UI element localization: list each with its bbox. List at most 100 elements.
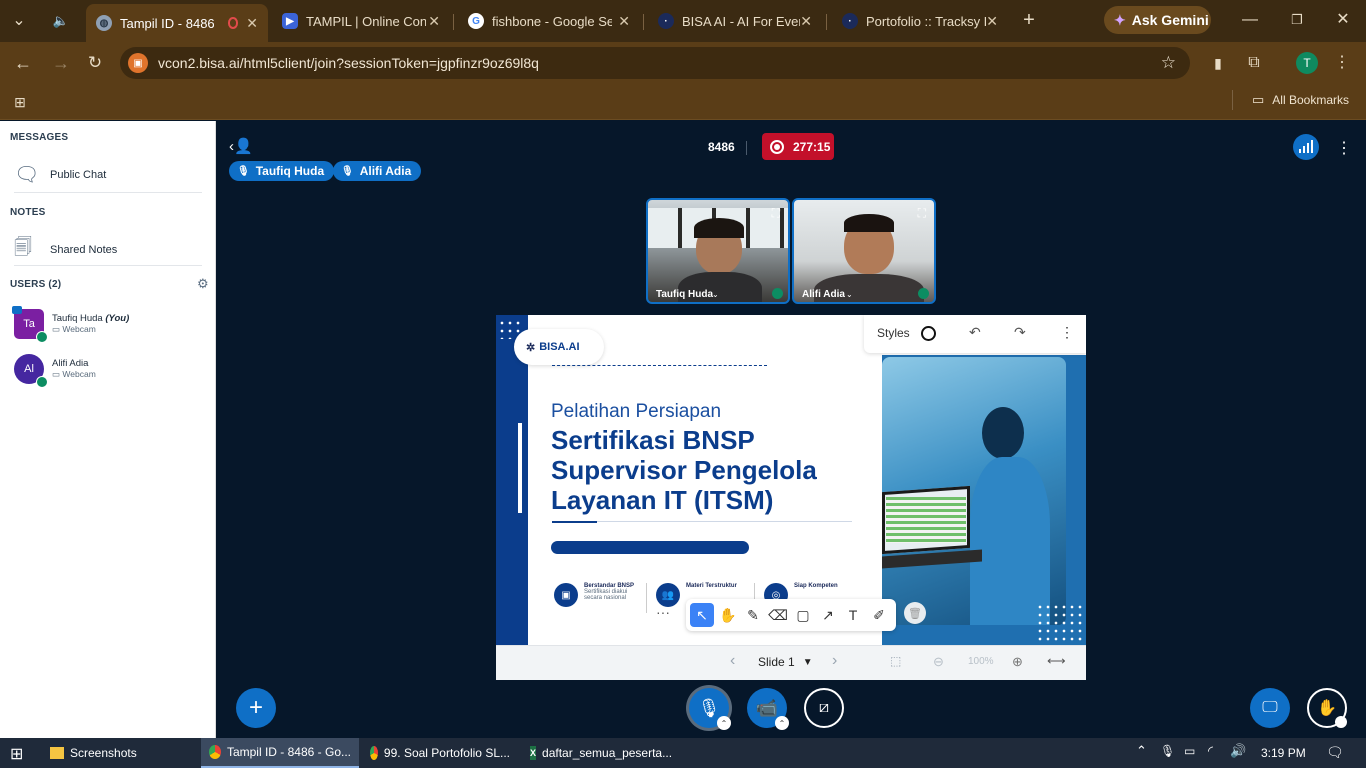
screen-share-off-icon: ⧄ [818, 699, 830, 716]
pencil-icon[interactable]: ✎ [741, 603, 765, 627]
shared-notes-item[interactable]: 🗐 Shared Notes [14, 235, 117, 265]
back-icon[interactable]: ← [12, 53, 34, 73]
tracksy-icon: · [842, 13, 858, 29]
pan-hand-icon[interactable]: ✋ [716, 603, 740, 627]
gemini-icon: ✦ [1114, 11, 1126, 28]
new-tab-icon[interactable]: + [1018, 10, 1040, 30]
apps-grid-icon[interactable]: ⊞ [10, 92, 30, 112]
extension-icon[interactable]: ▮ [1208, 53, 1228, 73]
slide-select[interactable]: Slide 1 ▼ [758, 655, 813, 669]
toggle-userlist-icon[interactable]: ‹👤 [229, 137, 253, 155]
chevron-down-icon: ⌄ [712, 290, 719, 299]
bookmark-star-icon[interactable]: ☆ [1161, 53, 1176, 73]
folder-icon: ▭ [1252, 92, 1265, 107]
taskbar-item-chrome-active[interactable]: Tampil ID - 8486 - Go... [201, 738, 359, 768]
messages-heading: MESSAGES [10, 132, 69, 143]
close-tab-icon[interactable]: ✕ [428, 13, 440, 30]
actions-plus-button[interactable]: + [236, 688, 276, 728]
next-slide-icon[interactable]: › [832, 652, 837, 670]
fit-width-icon[interactable]: ⟷ [1047, 653, 1066, 669]
chrome-menu-icon[interactable]: ⋮ [1334, 53, 1350, 73]
tab-bisa-ai[interactable]: · BISA AI - AI For Every ✕ [648, 6, 822, 36]
restore-icon[interactable]: ❐ [1287, 10, 1307, 30]
stroke-color-icon[interactable] [921, 326, 936, 341]
windows-start-icon[interactable]: ⊞ [10, 744, 23, 764]
fit-to-screen-icon[interactable]: ⬚ [890, 654, 901, 668]
delete-icon[interactable]: 🗑 [904, 602, 926, 624]
profile-avatar[interactable]: T [1296, 52, 1318, 74]
chevron-up-icon[interactable]: ⌃ [1136, 743, 1147, 759]
forward-icon[interactable]: → [50, 53, 72, 73]
extensions-puzzle-icon[interactable]: ⧉ [1244, 53, 1264, 73]
eraser-icon[interactable]: ⌫ [766, 603, 790, 627]
tab-audio-icon[interactable]: 🔈 [50, 11, 72, 31]
close-tab-icon[interactable]: ✕ [986, 13, 998, 30]
webcam-button[interactable]: 📹 ⌃ [747, 688, 789, 730]
fullscreen-icon[interactable]: ⛶ [772, 206, 780, 221]
tab-portofolio[interactable]: · Portofolio :: Tracksy D ✕ [832, 6, 1008, 36]
video-tile[interactable]: ⛶ Alifi Adia ⌄ [792, 198, 936, 304]
select-tool-icon[interactable]: ↖ [690, 603, 714, 627]
more-options-icon[interactable]: ⋮ [1060, 324, 1074, 341]
presentation-toggle-button[interactable]: 🖵 [1250, 688, 1290, 728]
user-settings-gear-icon[interactable]: ⚙ [197, 276, 209, 292]
tab-google-search[interactable]: G fishbone - Google Se ✕ [458, 6, 640, 36]
mic-icon: 🎙 [697, 697, 721, 718]
notes-icon: 🗐 [14, 237, 32, 257]
close-window-icon[interactable]: ✕ [1333, 10, 1353, 30]
address-bar[interactable]: ▣ vcon2.bisa.ai/html5client/join?session… [120, 47, 1190, 79]
zoom-in-icon[interactable]: ⊕ [1012, 654, 1023, 670]
wifi-icon[interactable]: ◜ [1208, 743, 1213, 759]
slide-feature: ▣ Berstandar BNSP Sertifikasi diakui seca… [554, 583, 642, 607]
close-tab-icon[interactable]: ✕ [800, 13, 812, 30]
taskbar-item-excel[interactable]: Xdaftar_semua_peserta... [522, 738, 678, 768]
battery-icon[interactable]: ▭ [1184, 744, 1195, 758]
presentation-slide[interactable]: ✲ BISA.AI Pelatihan Persiapan Sertifikasi… [496, 315, 1086, 645]
bisa-ai-icon: · [658, 13, 674, 29]
site-info-icon[interactable]: ▣ [128, 53, 148, 73]
taskbar-item-screenshots[interactable]: Screenshots [42, 738, 196, 768]
notes-heading: NOTES [10, 207, 46, 218]
mic-tray-icon[interactable]: 🎙 [1160, 744, 1175, 758]
previous-slide-icon[interactable]: ‹ [730, 652, 735, 670]
public-chat-item[interactable]: 🗨 Public Chat [14, 162, 106, 187]
options-menu-icon[interactable]: ⋮ [1336, 138, 1352, 158]
reload-icon[interactable]: ↻ [84, 53, 106, 73]
recording-timer[interactable]: 277:15 [762, 133, 834, 160]
redo-icon[interactable]: ↷ [1014, 324, 1026, 341]
slide-photo [882, 357, 1066, 625]
tab-tampil-active[interactable]: ◍ Tampil ID - 8486 ✕ [86, 4, 268, 42]
minimize-icon[interactable]: — [1240, 10, 1260, 30]
screenshare-button[interactable]: ⧄ [804, 688, 844, 728]
close-tab-icon[interactable]: ✕ [618, 13, 630, 30]
notifications-icon[interactable]: 🗨 [1326, 744, 1344, 761]
fullscreen-icon[interactable]: ⛶ [918, 206, 926, 221]
tab-tampil-online[interactable]: ▶ TAMPIL | Online Conf ✕ [272, 6, 450, 36]
styles-button[interactable]: Styles [877, 326, 910, 340]
taskbar-item-chrome[interactable]: 99. Soal Portofolio SL... [362, 738, 518, 768]
user-list-item[interactable]: Al Alifi Adia ▭ Webcam [14, 354, 96, 388]
zoom-level[interactable]: 100% [968, 656, 994, 667]
close-tab-icon[interactable]: ✕ [246, 15, 258, 32]
clock[interactable]: 3:19 PM [1261, 746, 1306, 760]
tab-search-icon[interactable]: ⌄ [8, 11, 30, 31]
note-tool-icon[interactable]: ✐ [867, 603, 891, 627]
user-list-item[interactable]: Ta Taufiq Huda (You) ▭ Webcam [12, 306, 129, 343]
zoom-out-icon[interactable]: ⊖ [933, 654, 944, 670]
raise-hand-button[interactable]: ✋ [1307, 688, 1347, 728]
connection-status-icon[interactable] [1293, 134, 1319, 160]
video-tile[interactable]: ⛶ Taufiq Huda ⌄ [646, 198, 790, 304]
rectangle-icon[interactable]: ▢ [791, 603, 815, 627]
more-tools-icon[interactable]: ··· [656, 604, 670, 620]
all-bookmarks-button[interactable]: ▭ All Bookmarks [1252, 92, 1349, 108]
mute-mic-button[interactable]: 🎙 ⌃ [689, 688, 731, 730]
chat-bubble-icon: 🗨 [14, 164, 40, 186]
ask-gemini-button[interactable]: ✦ Ask Gemini [1104, 6, 1211, 34]
google-icon: G [468, 13, 484, 29]
volume-icon[interactable]: 🔊 [1230, 743, 1246, 759]
arrow-icon[interactable]: ↗ [816, 603, 840, 627]
webcam-icon: ▭ [52, 324, 63, 334]
mic-status-icon [918, 288, 929, 299]
undo-icon[interactable]: ↶ [969, 324, 981, 341]
text-tool-icon[interactable]: T [841, 603, 865, 627]
